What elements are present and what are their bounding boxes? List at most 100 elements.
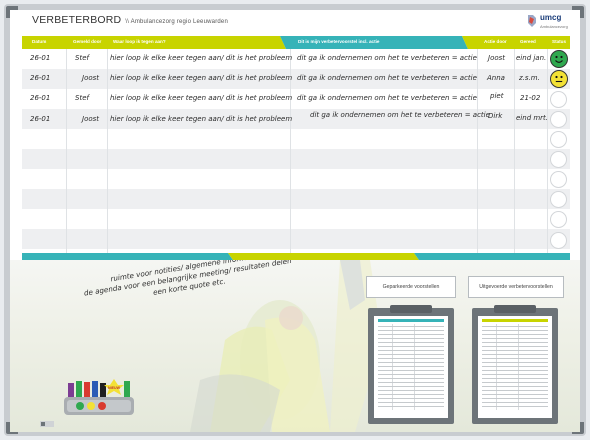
cell-datum[interactable]: 26-01: [30, 74, 50, 82]
paper-row-line: [482, 334, 548, 335]
cell-gemeld-door[interactable]: Stef: [75, 54, 89, 62]
marker-red-icon: [84, 382, 90, 399]
table-row: [22, 149, 570, 169]
column-header-gereed: Gereed: [520, 39, 536, 44]
paper-row-line: [482, 362, 548, 363]
paper-row-line: [482, 366, 548, 367]
cell-probleem[interactable]: hier loop ik elke keer tegen aan/ dit is…: [110, 74, 292, 82]
paper-row-line: [482, 406, 548, 407]
paper-row-line: [378, 386, 444, 387]
tray-smiley-green-icon: [76, 402, 84, 410]
notes-area: ruimte voor notities/ algemene informati…: [10, 260, 580, 432]
paper-row-line: [378, 326, 444, 327]
new-star-label: NIEUW: [108, 386, 121, 390]
paper-row-line: [482, 394, 548, 395]
cell-datum[interactable]: 26-01: [30, 94, 50, 102]
paper-row-line: [482, 382, 548, 383]
paper-row-line: [378, 358, 444, 359]
paper-row-line: [378, 338, 444, 339]
marker-purple-icon: [68, 383, 74, 399]
improvement-table: 26-01 Stef hier loop ik elke keer tegen …: [22, 49, 570, 253]
column-header-probleem: Waar loop ik tegen aan?: [113, 39, 166, 44]
cell-gereed[interactable]: z.s.m.: [519, 74, 540, 82]
paper-row-line: [378, 394, 444, 395]
cell-gemeld-door[interactable]: Stef: [75, 94, 89, 102]
paper-header: [378, 319, 444, 322]
column-divider: [477, 49, 478, 253]
paper-row-line: [378, 330, 444, 331]
cell-actie-door[interactable]: Joost: [488, 54, 505, 62]
cell-voorstel[interactable]: dit ga ik ondernemen om het te verbetere…: [310, 111, 490, 119]
column-header-voorstel: Dit is mijn verbetervoorstel incl. actie: [298, 39, 380, 44]
cell-probleem[interactable]: hier loop ik elke keer tegen aan/ dit is…: [110, 115, 292, 123]
paper-row-line: [482, 346, 548, 347]
status-smiley-happy-icon[interactable]: [550, 50, 568, 68]
logo-mark-icon: [528, 15, 536, 27]
paper-row-line: [482, 326, 548, 327]
paper-row-line: [482, 338, 548, 339]
paper-row-line: [482, 374, 548, 375]
cell-gemeld-door[interactable]: Joost: [82, 74, 99, 82]
status-circle-empty[interactable]: [550, 171, 567, 188]
column-divider: [66, 49, 67, 253]
cell-voorstel[interactable]: dit ga ik ondernemen om het te verbetere…: [297, 74, 477, 82]
completed-proposals-clipboard[interactable]: [472, 305, 558, 424]
paper-row-line: [378, 406, 444, 407]
tray-smiley-yellow-icon: [87, 402, 95, 410]
cell-voorstel[interactable]: dit ga ik ondernemen om het te verbetere…: [297, 54, 477, 62]
board-header: VERBETERBORD \\ Ambulancezorg regio Leeuw…: [10, 10, 580, 36]
paper-row-line: [482, 354, 548, 355]
status-circle-empty[interactable]: [550, 191, 567, 208]
paper-row-line: [378, 398, 444, 399]
cell-actie-door[interactable]: Dirk: [488, 112, 502, 120]
table-row: [22, 209, 570, 229]
status-circle-empty[interactable]: [550, 151, 567, 168]
cell-gemeld-door[interactable]: Joost: [82, 115, 99, 123]
paper-row-line: [378, 346, 444, 347]
marker-green-icon: [124, 381, 130, 399]
marker-green-icon: [76, 381, 82, 399]
column-header-datum: Datum: [32, 39, 47, 44]
cell-datum[interactable]: 26-01: [30, 115, 50, 123]
marker-tray[interactable]: NIEUW: [64, 377, 134, 417]
cell-actie-door[interactable]: piet: [490, 92, 503, 100]
column-header-band: Datum Gemeld door Waar loop ik tegen aan…: [22, 36, 570, 49]
column-divider: [547, 49, 548, 253]
paper-row-line: [378, 362, 444, 363]
cell-actie-door[interactable]: Anna: [487, 74, 505, 82]
status-circle-empty[interactable]: [550, 131, 567, 148]
cell-probleem[interactable]: hier loop ik elke keer tegen aan/ dit is…: [110, 94, 292, 102]
paper-row-line: [378, 378, 444, 379]
paper-row-line: [378, 390, 444, 391]
status-smiley-neutral-icon[interactable]: [550, 70, 568, 88]
marker-blue-icon: [92, 381, 98, 399]
status-circle-empty[interactable]: [550, 111, 567, 128]
table-row: [22, 229, 570, 249]
status-circle-empty[interactable]: [550, 211, 567, 228]
tray-smiley-red-icon: [98, 402, 106, 410]
umcg-logo: umcg Ambulancezorg: [526, 12, 570, 34]
cell-datum[interactable]: 26-01: [30, 54, 50, 62]
section-divider-band: [22, 253, 570, 260]
cell-gereed[interactable]: eind jan.: [516, 54, 546, 62]
paper-row-line: [378, 350, 444, 351]
parked-proposals-clipboard[interactable]: [368, 305, 454, 424]
board-title: VERBETERBORD \\ Ambulancezorg regio Leeuw…: [32, 14, 228, 26]
smiley-face-icon: [555, 75, 563, 83]
paper-row-line: [482, 358, 548, 359]
cell-voorstel[interactable]: dit ga ik ondernemen om het te verbetere…: [297, 94, 477, 102]
cell-gereed[interactable]: 21-02: [520, 94, 540, 102]
paper-row-line: [378, 370, 444, 371]
parked-proposals-label: Geparkeerde voorstellen: [366, 276, 456, 298]
paper-header: [482, 319, 548, 322]
status-circle-empty[interactable]: [550, 91, 567, 108]
table-row: [22, 89, 570, 109]
cell-gereed[interactable]: eind mrt.: [516, 114, 548, 122]
column-header-status: Status: [552, 39, 567, 44]
cell-probleem[interactable]: hier loop ik elke keer tegen aan/ dit is…: [110, 54, 292, 62]
clipboard-clip: [494, 305, 536, 313]
paper-row-line: [482, 398, 548, 399]
status-circle-empty[interactable]: [550, 232, 567, 249]
verbeterbord: VERBETERBORD \\ Ambulancezorg regio Leeuw…: [10, 10, 580, 432]
paper-row-line: [482, 378, 548, 379]
